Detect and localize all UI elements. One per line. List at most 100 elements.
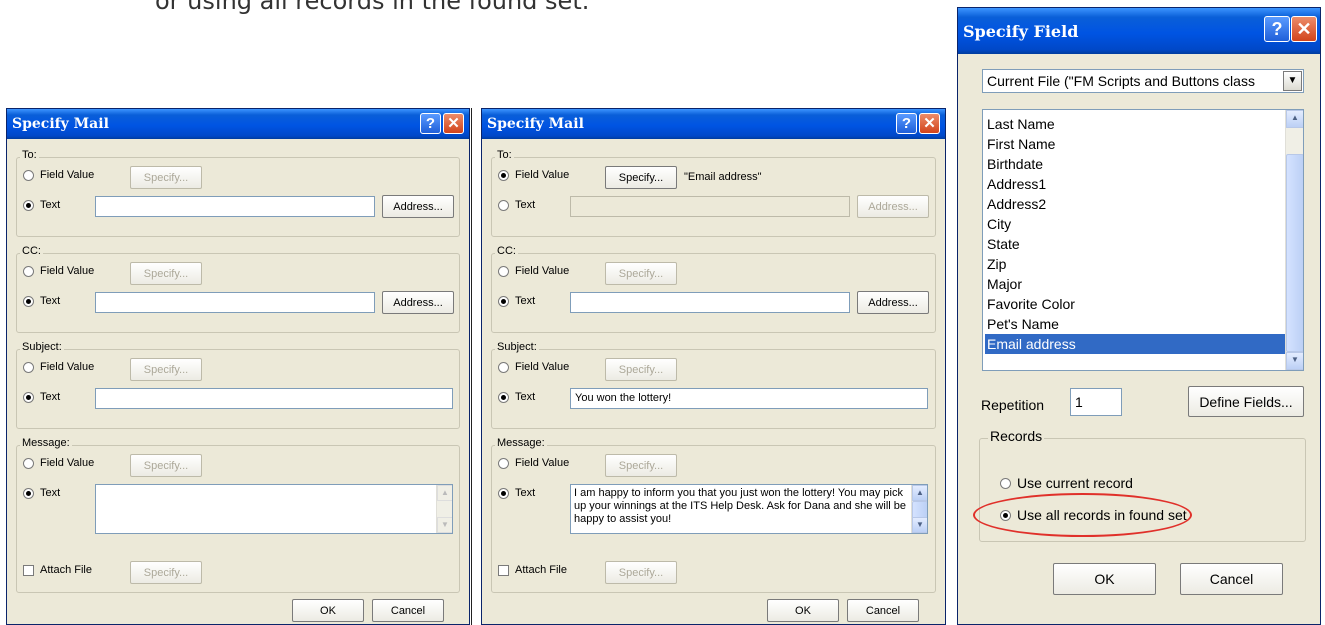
attach-file-checkbox[interactable] — [498, 564, 509, 576]
ok-button[interactable]: OK — [292, 599, 364, 622]
attach-file-option[interactable]: Attach File — [498, 564, 567, 576]
to-field-value-radio[interactable] — [23, 169, 34, 181]
to-field-value-option[interactable]: Field Value — [23, 169, 94, 181]
scroll-down-arrow-icon[interactable]: ▼ — [912, 517, 927, 533]
message-specify-button[interactable]: Specify... — [130, 454, 202, 477]
to-specify-button[interactable]: Specify... — [605, 166, 677, 189]
cc-field-value-radio[interactable] — [498, 265, 509, 277]
field-list-item[interactable]: Zip — [985, 254, 1285, 274]
message-text-option[interactable]: Text — [23, 487, 60, 499]
to-text-radio[interactable] — [23, 199, 34, 211]
cc-specify-button[interactable]: Specify... — [130, 262, 202, 285]
define-fields-button[interactable]: Define Fields... — [1188, 386, 1304, 417]
field-list-item[interactable]: Birthdate — [985, 154, 1285, 174]
scroll-down-arrow-icon[interactable]: ▼ — [437, 517, 452, 533]
field-list[interactable]: Last Name First Name Birthdate Address1 … — [982, 109, 1304, 371]
cc-text-option[interactable]: Text — [23, 295, 60, 307]
subject-text-input[interactable]: You won the lottery! — [570, 388, 928, 409]
field-list-item[interactable]: Major — [985, 274, 1285, 294]
field-list-item[interactable]: Address1 — [985, 174, 1285, 194]
attach-specify-button[interactable]: Specify... — [130, 561, 202, 584]
scroll-thumb[interactable] — [1286, 154, 1303, 352]
field-list-item[interactable]: Pet's Name — [985, 314, 1285, 334]
cc-field-value-option[interactable]: Field Value — [23, 265, 94, 277]
cancel-button[interactable]: Cancel — [372, 599, 444, 622]
cc-address-button[interactable]: Address... — [382, 291, 454, 314]
chevron-down-icon[interactable]: ▼ — [1283, 71, 1302, 91]
message-text-option[interactable]: Text — [498, 487, 535, 499]
cancel-button[interactable]: Cancel — [1180, 563, 1283, 595]
subject-text-radio[interactable] — [498, 391, 509, 403]
attach-specify-button[interactable]: Specify... — [605, 561, 677, 584]
subject-text-option[interactable]: Text — [498, 391, 535, 403]
titlebar[interactable]: Specify Mail ? ✕ — [482, 109, 945, 139]
scroll-up-arrow-icon[interactable]: ▲ — [437, 485, 452, 501]
message-text-area[interactable]: ▲ ▼ — [95, 484, 453, 534]
cc-text-radio[interactable] — [498, 295, 509, 307]
message-field-value-option[interactable]: Field Value — [23, 457, 94, 469]
subject-specify-button[interactable]: Specify... — [605, 358, 677, 381]
to-field-value-option[interactable]: Field Value — [498, 169, 569, 181]
cc-field-value-radio[interactable] — [23, 265, 34, 277]
titlebar[interactable]: Specify Field ? ✕ — [958, 8, 1320, 54]
field-list-item[interactable]: Address2 — [985, 194, 1285, 214]
field-list-item[interactable]: State — [985, 234, 1285, 254]
message-specify-button[interactable]: Specify... — [605, 454, 677, 477]
subject-field-value-radio[interactable] — [498, 361, 509, 373]
to-address-button[interactable]: Address... — [857, 195, 929, 218]
cc-text-input[interactable] — [95, 292, 375, 313]
close-button[interactable]: ✕ — [443, 113, 464, 134]
subject-text-option[interactable]: Text — [23, 391, 60, 403]
use-current-record-option[interactable]: Use current record — [1000, 475, 1133, 491]
message-text-radio[interactable] — [23, 487, 34, 499]
subject-field-value-radio[interactable] — [23, 361, 34, 373]
file-dropdown[interactable]: Current File ("FM Scripts and Buttons cl… — [982, 69, 1304, 93]
ok-button[interactable]: OK — [1053, 563, 1156, 595]
help-button[interactable]: ? — [1264, 16, 1290, 42]
scroll-up-arrow-icon[interactable]: ▲ — [1286, 110, 1303, 128]
to-text-option[interactable]: Text — [23, 199, 60, 211]
message-text-radio[interactable] — [498, 487, 509, 499]
cc-field-value-option[interactable]: Field Value — [498, 265, 569, 277]
attach-file-option[interactable]: Attach File — [23, 564, 92, 576]
field-list-item-selected[interactable]: Email address — [985, 334, 1285, 354]
field-list-item[interactable]: Favorite Color — [985, 294, 1285, 314]
message-scrollbar[interactable]: ▲ ▼ — [911, 485, 927, 533]
to-text-radio[interactable] — [498, 199, 509, 211]
message-field-value-radio[interactable] — [23, 457, 34, 469]
subject-text-input[interactable] — [95, 388, 453, 409]
to-address-button[interactable]: Address... — [382, 195, 454, 218]
subject-field-value-option[interactable]: Field Value — [498, 361, 569, 373]
field-list-item[interactable]: First Name — [985, 134, 1285, 154]
close-button[interactable]: ✕ — [1291, 16, 1317, 42]
scroll-up-arrow-icon[interactable]: ▲ — [912, 485, 927, 501]
cc-text-radio[interactable] — [23, 295, 34, 307]
to-text-input[interactable] — [570, 196, 850, 217]
message-scrollbar[interactable]: ▲ ▼ — [436, 485, 452, 533]
help-button[interactable]: ? — [896, 113, 917, 134]
field-list-item[interactable]: City — [985, 214, 1285, 234]
close-button[interactable]: ✕ — [919, 113, 940, 134]
subject-field-value-option[interactable]: Field Value — [23, 361, 94, 373]
subject-specify-button[interactable]: Specify... — [130, 358, 202, 381]
cc-address-button[interactable]: Address... — [857, 291, 929, 314]
repetition-input[interactable]: 1 — [1070, 388, 1122, 416]
cc-text-option[interactable]: Text — [498, 295, 535, 307]
help-button[interactable]: ? — [420, 113, 441, 134]
to-field-value-radio[interactable] — [498, 169, 509, 181]
message-field-value-radio[interactable] — [498, 457, 509, 469]
to-text-option[interactable]: Text — [498, 199, 535, 211]
to-text-input[interactable] — [95, 196, 375, 217]
to-specify-button[interactable]: Specify... — [130, 166, 202, 189]
use-current-record-radio[interactable] — [1000, 477, 1011, 489]
field-list-scrollbar[interactable]: ▲ ▼ — [1285, 110, 1303, 370]
titlebar[interactable]: Specify Mail ? ✕ — [7, 109, 469, 139]
subject-text-radio[interactable] — [23, 391, 34, 403]
attach-file-checkbox[interactable] — [23, 564, 34, 576]
ok-button[interactable]: OK — [767, 599, 839, 622]
cc-text-input[interactable] — [570, 292, 850, 313]
cancel-button[interactable]: Cancel — [847, 599, 919, 622]
message-field-value-option[interactable]: Field Value — [498, 457, 569, 469]
scroll-down-arrow-icon[interactable]: ▼ — [1286, 352, 1303, 370]
message-text-area[interactable]: I am happy to inform you that you just w… — [570, 484, 928, 534]
